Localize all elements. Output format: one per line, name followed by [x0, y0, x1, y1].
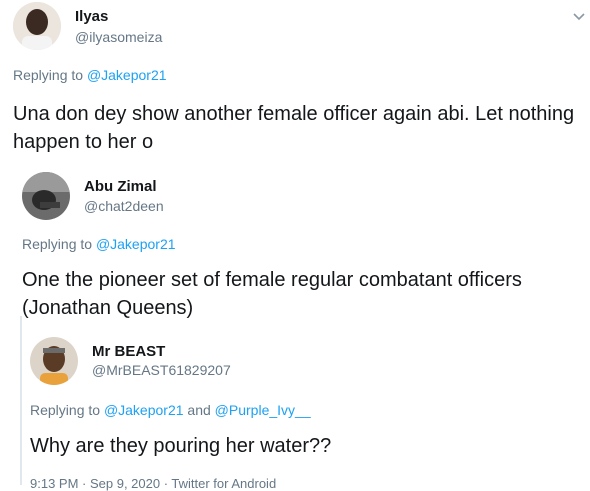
handle[interactable]: @chat2deen [84, 198, 164, 214]
tweet-meta: 9:13 PM · Sep 9, 2020 · Twitter for Andr… [30, 476, 277, 491]
mention-link[interactable]: @Jakepor21 [96, 236, 176, 252]
display-name[interactable]: Abu Zimal [84, 178, 157, 195]
display-name[interactable]: Mr BEAST [92, 343, 165, 360]
replying-to: Replying to @Jakepor21 and @Purple_Ivy__ [30, 402, 311, 418]
replying-to: Replying to @Jakepor21 [13, 67, 167, 83]
handle[interactable]: @ilyasomeiza [75, 29, 162, 45]
mention-link[interactable]: @Jakepor21 [104, 402, 184, 418]
tweet-text: Why are they pouring her water?? [30, 435, 332, 457]
mention-link[interactable]: @Jakepor21 [87, 67, 167, 83]
chevron-down-icon[interactable] [572, 9, 586, 27]
avatar[interactable] [22, 172, 70, 220]
tweet-text: One the pioneer set of female regular co… [22, 269, 522, 319]
avatar[interactable] [13, 2, 61, 50]
replying-to: Replying to @Jakepor21 [22, 236, 176, 252]
display-name[interactable]: Ilyas [75, 8, 108, 25]
handle[interactable]: @MrBEAST61829207 [92, 362, 231, 378]
thread-line [20, 316, 22, 485]
tweet-text: Una don dey show another female officer … [13, 103, 575, 153]
avatar[interactable] [30, 337, 78, 385]
mention-link[interactable]: @Purple_Ivy__ [215, 402, 311, 418]
